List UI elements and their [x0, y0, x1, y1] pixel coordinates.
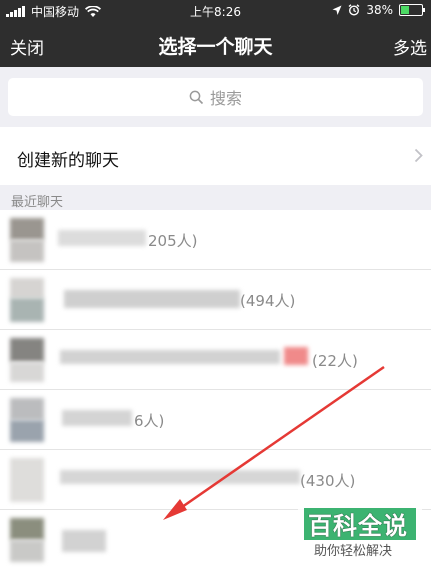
avatar — [10, 218, 44, 262]
watermark-subtitle: 助你轻松解决 — [314, 544, 393, 559]
chat-row[interactable]: (22人) — [0, 330, 431, 390]
page-title: 选择一个聊天 — [158, 36, 273, 58]
chat-name-blurred — [64, 290, 240, 308]
alarm-icon — [348, 4, 360, 16]
member-count: 6人) — [134, 412, 165, 430]
location-icon — [332, 5, 342, 15]
avatar — [10, 398, 44, 442]
nav-bar: 关闭 选择一个聊天 多选 — [0, 22, 431, 67]
recent-chats-label: 最近聊天 — [11, 195, 64, 210]
search-icon — [189, 90, 204, 104]
create-new-chat-item[interactable]: 创建新的聊天 — [0, 127, 431, 185]
chat-name-emoji — [284, 347, 308, 365]
avatar — [10, 278, 44, 322]
chat-row[interactable]: 205人) — [0, 210, 431, 270]
watermark-title: 百科全说 — [308, 512, 408, 540]
member-count: 205人) — [148, 232, 198, 250]
chat-name-blurred — [62, 410, 132, 426]
chevron-right-icon — [414, 148, 423, 163]
avatar — [10, 518, 44, 562]
battery-icon — [399, 4, 425, 16]
member-count: (494人) — [240, 292, 296, 310]
multi-select-button[interactable]: 多选 — [393, 34, 427, 59]
watermark: 百科全说 助你轻松解决 — [298, 506, 422, 564]
battery-percent: 38% — [366, 3, 393, 17]
create-new-chat-label: 创建新的聊天 — [17, 151, 119, 171]
search-input[interactable]: 搜索 — [8, 78, 423, 116]
chat-name-blurred — [60, 350, 280, 364]
chat-name-blurred — [58, 230, 146, 246]
chat-name-blurred — [60, 470, 300, 484]
status-bar: 中国移动 上午8:26 38% — [0, 0, 431, 22]
chat-name-blurred — [62, 530, 106, 552]
avatar — [10, 458, 44, 502]
chat-row[interactable]: (430人) — [0, 450, 431, 510]
chat-row[interactable]: (494人) — [0, 270, 431, 330]
chat-row[interactable]: 6人) — [0, 390, 431, 450]
search-placeholder: 搜索 — [209, 89, 242, 108]
member-count: (22人) — [312, 352, 358, 370]
member-count: (430人) — [300, 472, 356, 490]
avatar — [10, 338, 44, 382]
